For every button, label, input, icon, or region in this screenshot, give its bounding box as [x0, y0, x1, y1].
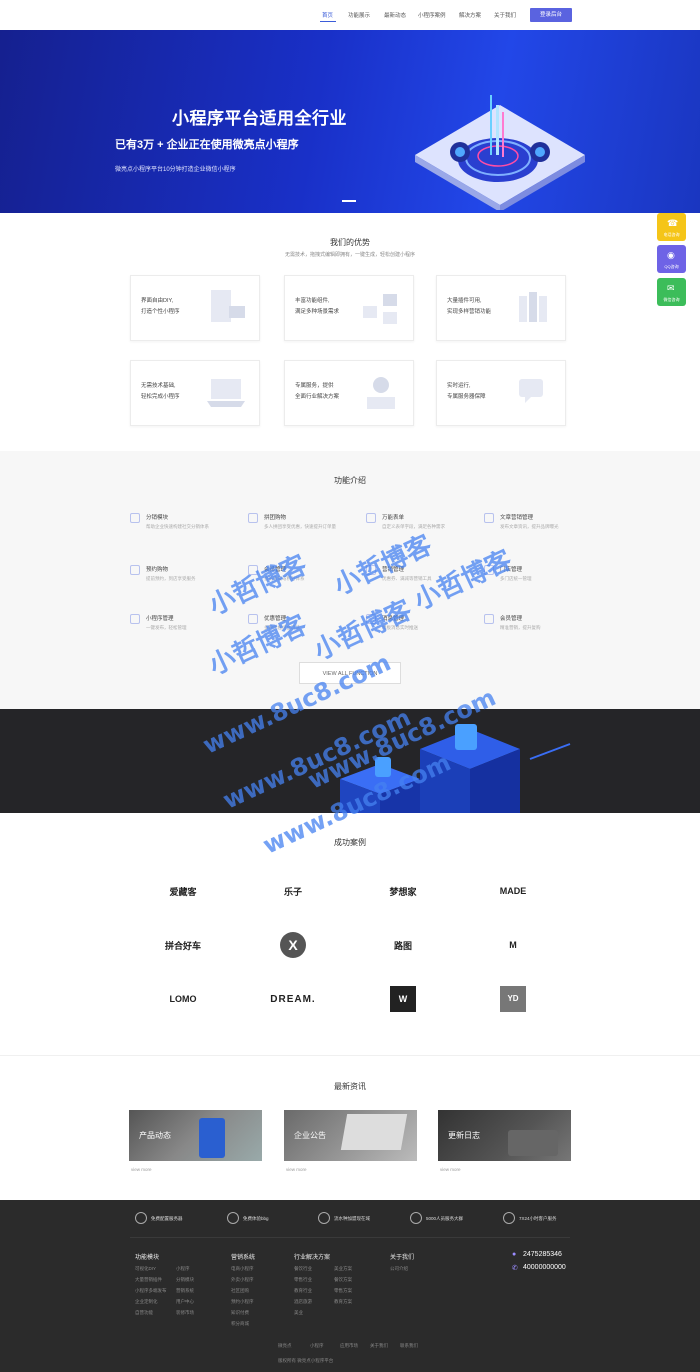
- hands-image: [508, 1130, 558, 1156]
- view-more-link[interactable]: view more: [131, 1167, 152, 1172]
- footer: 免费配置服务器 免费体验bbg 流水种加盟现在域 5000人员服务大群 7X24…: [0, 1200, 700, 1372]
- nav-active-indicator: [320, 21, 336, 22]
- wechat-icon: ✉: [667, 283, 675, 293]
- laptop-image: [340, 1114, 408, 1150]
- qq-consult-button[interactable]: ◉ QQ咨询: [657, 245, 686, 273]
- cubes-illustration: [340, 724, 571, 813]
- view-more-link[interactable]: view more: [286, 1167, 307, 1172]
- footer-divider: [130, 1237, 570, 1238]
- view-more-link[interactable]: view more: [440, 1167, 461, 1172]
- feature-icon: [130, 513, 140, 523]
- case-logo[interactable]: 乐子: [260, 877, 326, 905]
- case-logo[interactable]: X: [260, 931, 326, 959]
- phone-number-1: 2475285346: [523, 1251, 562, 1258]
- hero-description: 微亮点小程序平台10分钟打造企业微信小程序: [115, 167, 236, 173]
- feature-icon: [130, 565, 140, 575]
- feature-icon: [484, 513, 494, 523]
- case-logo[interactable]: LOMO: [150, 985, 216, 1013]
- feature-icon: [366, 513, 376, 523]
- laptop-illustration-icon: [207, 379, 245, 407]
- phone-icon: ✆: [512, 1265, 518, 1272]
- cases-title: 成功案例: [334, 838, 366, 847]
- news-card-product[interactable]: 产品动态: [129, 1110, 262, 1161]
- advantage-card: 丰富功能组件, 满足多种场景需求: [284, 275, 414, 341]
- case-logo[interactable]: 爱藏客: [150, 877, 216, 905]
- advantage-card: 界面自由DIY, 打造个性小程序: [130, 275, 260, 341]
- feature-icon: [248, 565, 258, 575]
- copyright: 版权所有 微亮点小程序平台: [278, 1358, 334, 1363]
- features-title: 功能介绍: [334, 476, 366, 485]
- feature-icon: [484, 614, 494, 624]
- hero-banner: 小程序平台适用全行业 已有3万 + 企业正在使用微亮点小程序 微亮点小程序平台1…: [0, 30, 700, 213]
- nav-features[interactable]: 功能展示: [348, 11, 370, 19]
- hero-illustration: [415, 95, 585, 210]
- phone-number-2: 40000000000: [523, 1264, 566, 1271]
- view-all-function-button[interactable]: VIEW ALL FUNCTION: [299, 662, 401, 684]
- advantages-title: 我们的优势: [330, 238, 370, 247]
- news-card-announcement[interactable]: 企业公告: [284, 1110, 417, 1161]
- case-logo[interactable]: 路图: [370, 931, 436, 959]
- login-button[interactable]: 登录后台: [530, 8, 572, 22]
- chat-illustration-icon: [519, 379, 543, 403]
- case-logo[interactable]: MADE: [480, 877, 546, 905]
- domain-icon: [318, 1212, 330, 1224]
- case-logo[interactable]: W: [370, 985, 436, 1013]
- feature-icon: [248, 614, 258, 624]
- blog-icon: [227, 1212, 239, 1224]
- hero-subtitle: 已有3万 + 企业正在使用微亮点小程序: [115, 139, 299, 151]
- news-title: 最新资讯: [334, 1082, 366, 1091]
- nav-news[interactable]: 最新动态: [384, 11, 406, 19]
- feature-icon: [366, 565, 376, 575]
- advantage-card: 大量插件可用, 实现多样营销功能: [436, 275, 566, 341]
- slider-dot[interactable]: [342, 200, 356, 202]
- advantage-card: 无需技术基础, 轻松完成小程序: [130, 360, 260, 426]
- phone-image: [199, 1118, 225, 1158]
- case-logo[interactable]: 拼合好车: [150, 931, 216, 959]
- feature-icon: [366, 614, 376, 624]
- lightbulb-illustration-icon: [367, 377, 395, 409]
- case-logo[interactable]: DREAM.: [260, 985, 326, 1013]
- advantage-card: 专属服务，提供 全面行业解决方案: [284, 360, 414, 426]
- advantage-card: 实时运行, 专属服务器保障: [436, 360, 566, 426]
- feature-icon: [248, 513, 258, 523]
- news-card-changelog[interactable]: 更新日志: [438, 1110, 571, 1161]
- phone-icon: ☎: [667, 218, 679, 228]
- qq-icon: ●: [512, 1251, 517, 1258]
- divider: [0, 1055, 700, 1056]
- components-illustration-icon: [363, 294, 397, 324]
- advantages-subtitle: 无需技术，拖拽式编辑即拥有，一键生成，轻松创建小程序: [284, 252, 415, 258]
- nav-about[interactable]: 关于我们: [494, 11, 516, 19]
- hero-title: 小程序平台适用全行业: [172, 109, 347, 128]
- wechat-consult-button[interactable]: ✉ 微信咨询: [657, 278, 686, 306]
- case-logo[interactable]: YD: [480, 985, 546, 1013]
- form-illustration-icon: [211, 290, 245, 322]
- group-icon: [410, 1212, 422, 1224]
- feature-icon: [130, 614, 140, 624]
- nav-cases[interactable]: 小程序案例: [418, 11, 446, 19]
- nav-solutions[interactable]: 解决方案: [459, 11, 481, 19]
- plugins-illustration-icon: [519, 292, 547, 322]
- feature-icon: [484, 565, 494, 575]
- nav-home[interactable]: 首页: [322, 11, 333, 19]
- dark-banner: [0, 709, 700, 813]
- clock-icon: [503, 1212, 515, 1224]
- case-logo[interactable]: 梦想家: [370, 877, 436, 905]
- case-logo[interactable]: M: [480, 931, 546, 959]
- top-nav: 首页 功能展示 最新动态 小程序案例 解决方案 关于我们 登录后台: [0, 0, 700, 30]
- server-icon: [135, 1212, 147, 1224]
